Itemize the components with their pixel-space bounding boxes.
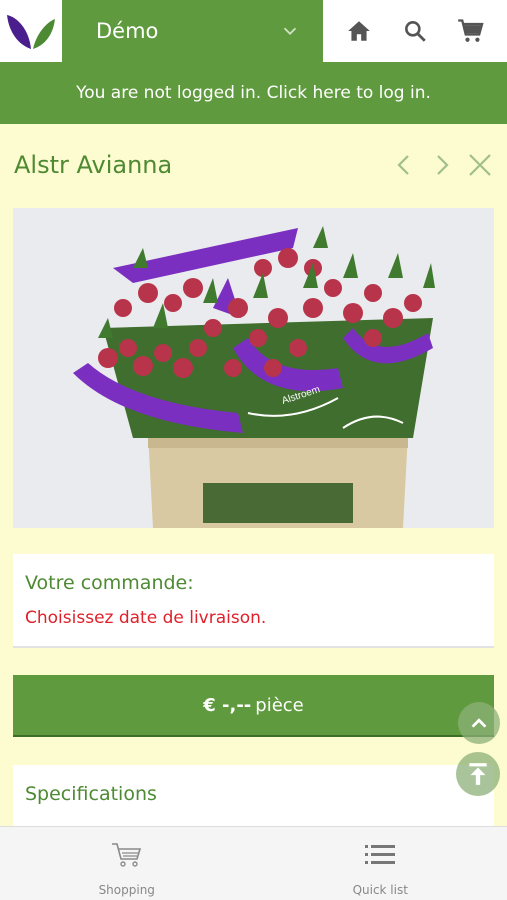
chevron-down-icon bbox=[283, 27, 297, 36]
top-icons bbox=[323, 0, 507, 62]
arrow-to-top-icon bbox=[469, 763, 487, 785]
tab-shopping[interactable]: Shopping bbox=[0, 827, 254, 900]
shopping-cart-icon bbox=[111, 843, 141, 867]
specifications-label: Specifications bbox=[25, 783, 157, 805]
leaf-logo-icon bbox=[7, 15, 55, 49]
product-title: Alstr Avianna bbox=[14, 151, 173, 179]
login-prompt-bar[interactable]: You are not logged in. Click here to log… bbox=[0, 62, 507, 124]
svg-text:Alstroem: Alstroem bbox=[281, 384, 322, 407]
order-card: Votre commande: Choisissez date de livra… bbox=[13, 554, 494, 648]
order-label: Votre commande: bbox=[25, 572, 194, 594]
product-title-row: Alstr Avianna bbox=[14, 146, 494, 184]
bottom-navigation: Shopping Quick list bbox=[0, 826, 507, 900]
price-value: € -,-- bbox=[203, 694, 252, 716]
cart-icon bbox=[458, 19, 484, 42]
price-button[interactable]: € -,-- pièce bbox=[13, 675, 494, 737]
scroll-up-button[interactable] bbox=[458, 702, 500, 744]
login-prompt-text: You are not logged in. Click here to log… bbox=[76, 83, 431, 103]
shop-name: Démo bbox=[96, 19, 159, 43]
tab-quick-list[interactable]: Quick list bbox=[254, 827, 507, 900]
product-navigation bbox=[390, 151, 494, 179]
shop-selector[interactable]: Démo bbox=[62, 0, 323, 62]
chevron-up-icon bbox=[471, 718, 487, 728]
sleeve-print-label: Alstroem bbox=[281, 384, 322, 407]
close-button[interactable] bbox=[466, 151, 494, 179]
search-icon bbox=[405, 21, 426, 42]
tab-quick-list-label: Quick list bbox=[352, 883, 408, 897]
specifications-card[interactable]: Specifications bbox=[13, 765, 494, 835]
chevron-right-icon bbox=[437, 155, 449, 175]
next-product-button[interactable] bbox=[428, 151, 456, 179]
logo[interactable] bbox=[0, 0, 62, 62]
product-image[interactable]: Alstroem bbox=[13, 208, 494, 528]
price-unit: pièce bbox=[255, 694, 304, 716]
home-button[interactable] bbox=[339, 11, 379, 51]
home-icon bbox=[348, 21, 370, 41]
cart-button[interactable] bbox=[451, 11, 491, 51]
top-bar: Démo bbox=[0, 0, 507, 62]
search-button[interactable] bbox=[395, 11, 435, 51]
list-icon bbox=[365, 845, 396, 864]
tab-shopping-label: Shopping bbox=[98, 883, 155, 897]
chevron-left-icon bbox=[397, 155, 409, 175]
close-icon bbox=[469, 154, 491, 176]
delivery-date-warning[interactable]: Choisissez date de livraison. bbox=[25, 608, 482, 628]
previous-product-button[interactable] bbox=[390, 151, 418, 179]
scroll-to-top-button[interactable] bbox=[456, 752, 500, 796]
